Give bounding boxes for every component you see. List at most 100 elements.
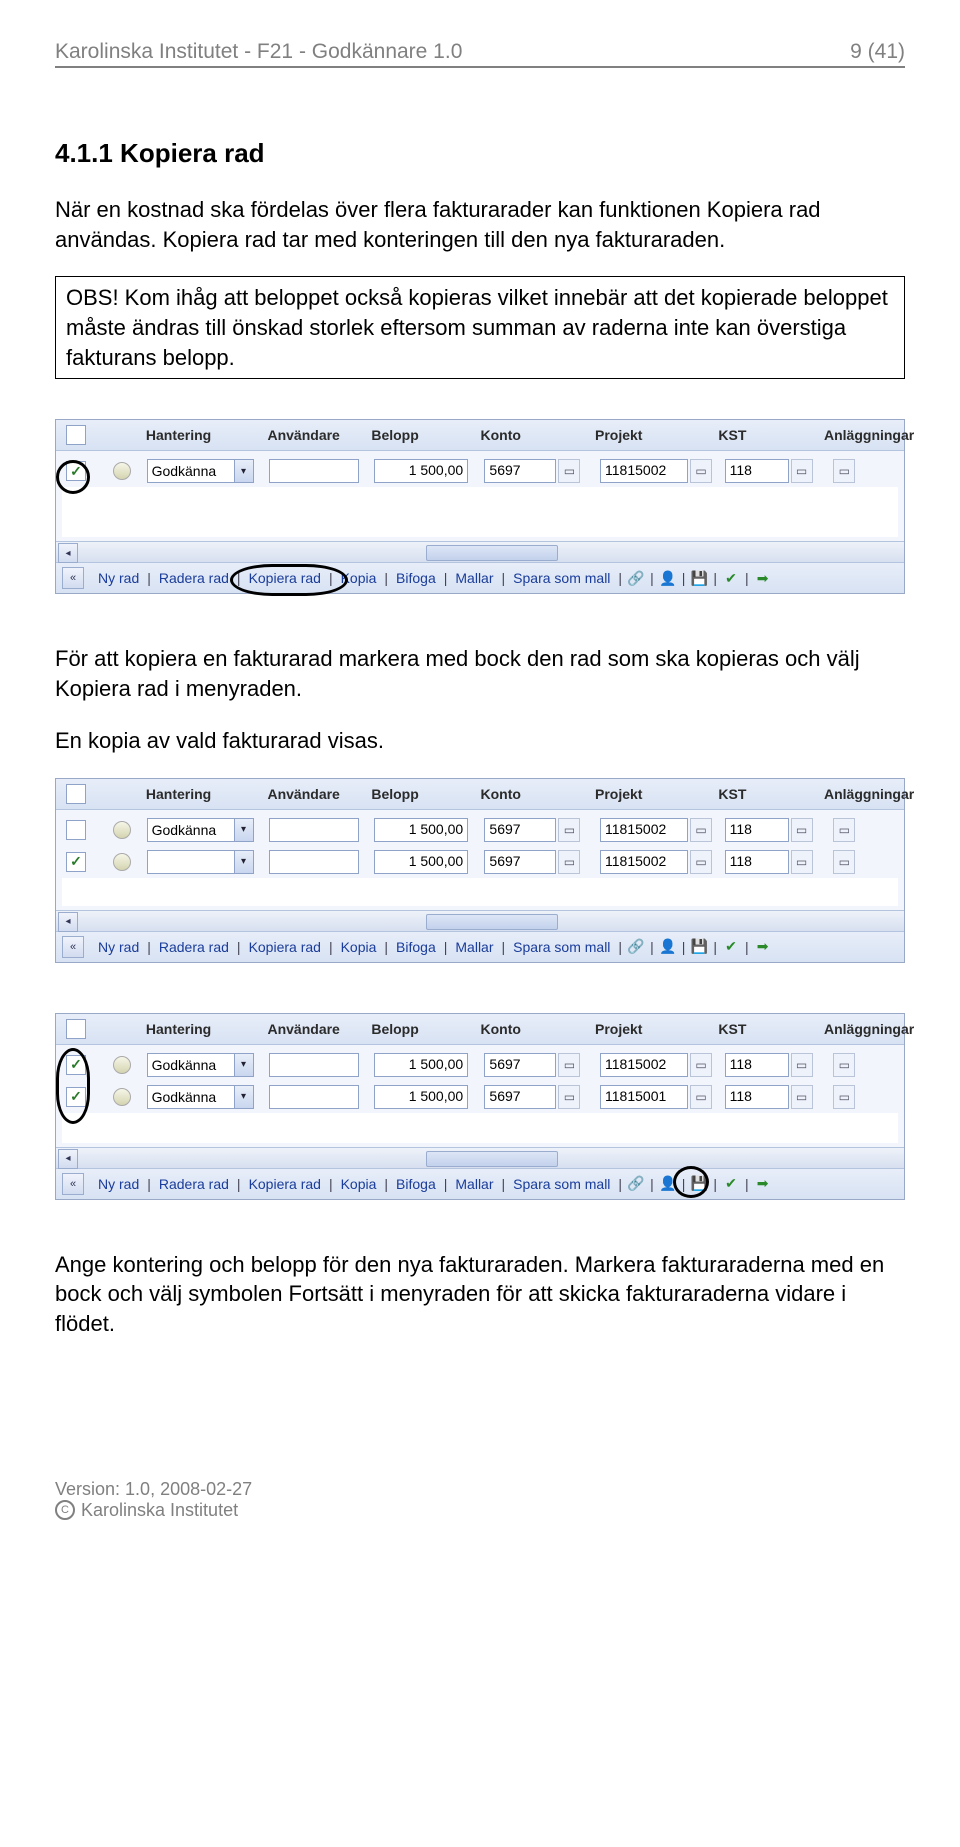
lookup-icon[interactable]: ▭ [558, 1085, 580, 1109]
lookup-icon[interactable]: ▭ [791, 850, 813, 874]
row-checkbox[interactable] [66, 820, 86, 840]
lookup-icon[interactable]: ▭ [791, 1053, 813, 1077]
scroll-thumb[interactable] [426, 1151, 558, 1167]
konto-input[interactable] [484, 1085, 556, 1109]
hantering-select[interactable]: ▾ [147, 818, 254, 842]
kst-input[interactable] [725, 818, 789, 842]
kopiera-link[interactable]: Kopiera rad [243, 1176, 327, 1192]
kopia-link[interactable]: Kopia [335, 939, 383, 955]
projekt-input[interactable] [600, 459, 688, 483]
sparamall-link[interactable]: Spara som mall [507, 1176, 616, 1192]
row-checkbox[interactable]: ✓ [66, 461, 86, 481]
kopiera-link[interactable]: Kopiera rad [243, 570, 327, 586]
kopia-link[interactable]: Kopia [335, 1176, 383, 1192]
mallar-link[interactable]: Mallar [449, 939, 499, 955]
header-checkbox[interactable] [66, 784, 86, 804]
konto-input[interactable] [484, 1053, 556, 1077]
projekt-input[interactable] [600, 818, 688, 842]
sparamall-link[interactable]: Spara som mall [507, 570, 616, 586]
kst-input[interactable] [725, 459, 789, 483]
kst-input[interactable] [725, 850, 789, 874]
projekt-input[interactable] [600, 1085, 688, 1109]
kst-input[interactable] [725, 1085, 789, 1109]
collapse-button[interactable]: « [62, 567, 84, 589]
lookup-icon[interactable]: ▭ [791, 1085, 813, 1109]
forward-icon[interactable]: ➡ [754, 938, 772, 956]
kst-input[interactable] [725, 1053, 789, 1077]
horizontal-scrollbar[interactable]: ◂ [56, 910, 904, 931]
lookup-icon[interactable]: ▭ [690, 850, 712, 874]
anvandare-input[interactable] [269, 818, 359, 842]
header-checkbox[interactable] [66, 425, 86, 445]
row-checkbox[interactable]: ✓ [66, 1087, 86, 1107]
belopp-input[interactable] [374, 818, 468, 842]
mallar-link[interactable]: Mallar [449, 1176, 499, 1192]
attach-icon[interactable]: 🔗 [627, 1175, 645, 1193]
radera-link[interactable]: Radera rad [153, 939, 235, 955]
radera-link[interactable]: Radera rad [153, 570, 235, 586]
hantering-select[interactable]: ▾ [147, 459, 254, 483]
scroll-thumb[interactable] [426, 545, 558, 561]
bifoga-link[interactable]: Bifoga [390, 939, 442, 955]
attach-icon[interactable]: 🔗 [627, 938, 645, 956]
lookup-icon[interactable]: ▭ [690, 1053, 712, 1077]
lookup-icon[interactable]: ▭ [558, 850, 580, 874]
lookup-icon[interactable]: ▭ [690, 1085, 712, 1109]
nyrad-link[interactable]: Ny rad [92, 1176, 145, 1192]
forward-icon[interactable]: ➡ [754, 569, 772, 587]
horizontal-scrollbar[interactable]: ◂ [56, 1147, 904, 1168]
lookup-icon[interactable]: ▭ [833, 1053, 855, 1077]
lookup-icon[interactable]: ▭ [558, 1053, 580, 1077]
lookup-icon[interactable]: ▭ [558, 818, 580, 842]
check-icon[interactable]: ✔ [722, 1175, 740, 1193]
lookup-icon[interactable]: ▭ [833, 818, 855, 842]
lookup-icon[interactable]: ▭ [690, 459, 712, 483]
nyrad-link[interactable]: Ny rad [92, 570, 145, 586]
user-icon[interactable]: 👤 [659, 1175, 677, 1193]
lookup-icon[interactable]: ▭ [791, 818, 813, 842]
kopia-link[interactable]: Kopia [335, 570, 383, 586]
collapse-button[interactable]: « [62, 1173, 84, 1195]
bifoga-link[interactable]: Bifoga [390, 1176, 442, 1192]
projekt-input[interactable] [600, 1053, 688, 1077]
radera-link[interactable]: Radera rad [153, 1176, 235, 1192]
lookup-icon[interactable]: ▭ [558, 459, 580, 483]
save-icon[interactable]: 💾 [690, 938, 708, 956]
mallar-link[interactable]: Mallar [449, 570, 499, 586]
lookup-icon[interactable]: ▭ [690, 818, 712, 842]
save-icon[interactable]: 💾 [690, 569, 708, 587]
anvandare-input[interactable] [269, 850, 359, 874]
scroll-left-icon[interactable]: ◂ [58, 543, 78, 563]
user-icon[interactable]: 👤 [659, 569, 677, 587]
konto-input[interactable] [484, 818, 556, 842]
save-icon[interactable]: 💾 [690, 1175, 708, 1193]
lookup-icon[interactable]: ▭ [833, 459, 855, 483]
lookup-icon[interactable]: ▭ [833, 1085, 855, 1109]
forward-icon[interactable]: ➡ [754, 1175, 772, 1193]
sparamall-link[interactable]: Spara som mall [507, 939, 616, 955]
konto-input[interactable] [484, 459, 556, 483]
row-checkbox[interactable]: ✓ [66, 1055, 86, 1075]
belopp-input[interactable] [374, 850, 468, 874]
scroll-left-icon[interactable]: ◂ [58, 912, 78, 932]
lookup-icon[interactable]: ▭ [791, 459, 813, 483]
header-checkbox[interactable] [66, 1019, 86, 1039]
hantering-select[interactable]: ▾ [147, 850, 254, 874]
scroll-left-icon[interactable]: ◂ [58, 1149, 78, 1169]
row-checkbox[interactable]: ✓ [66, 852, 86, 872]
konto-input[interactable] [484, 850, 556, 874]
belopp-input[interactable] [374, 459, 468, 483]
hantering-select[interactable]: ▾ [147, 1085, 254, 1109]
nyrad-link[interactable]: Ny rad [92, 939, 145, 955]
anvandare-input[interactable] [269, 1085, 359, 1109]
projekt-input[interactable] [600, 850, 688, 874]
check-icon[interactable]: ✔ [722, 938, 740, 956]
scroll-thumb[interactable] [426, 914, 558, 930]
belopp-input[interactable] [374, 1085, 468, 1109]
attach-icon[interactable]: 🔗 [627, 569, 645, 587]
user-icon[interactable]: 👤 [659, 938, 677, 956]
bifoga-link[interactable]: Bifoga [390, 570, 442, 586]
lookup-icon[interactable]: ▭ [833, 850, 855, 874]
horizontal-scrollbar[interactable]: ◂ [56, 541, 904, 562]
anvandare-input[interactable] [269, 1053, 359, 1077]
